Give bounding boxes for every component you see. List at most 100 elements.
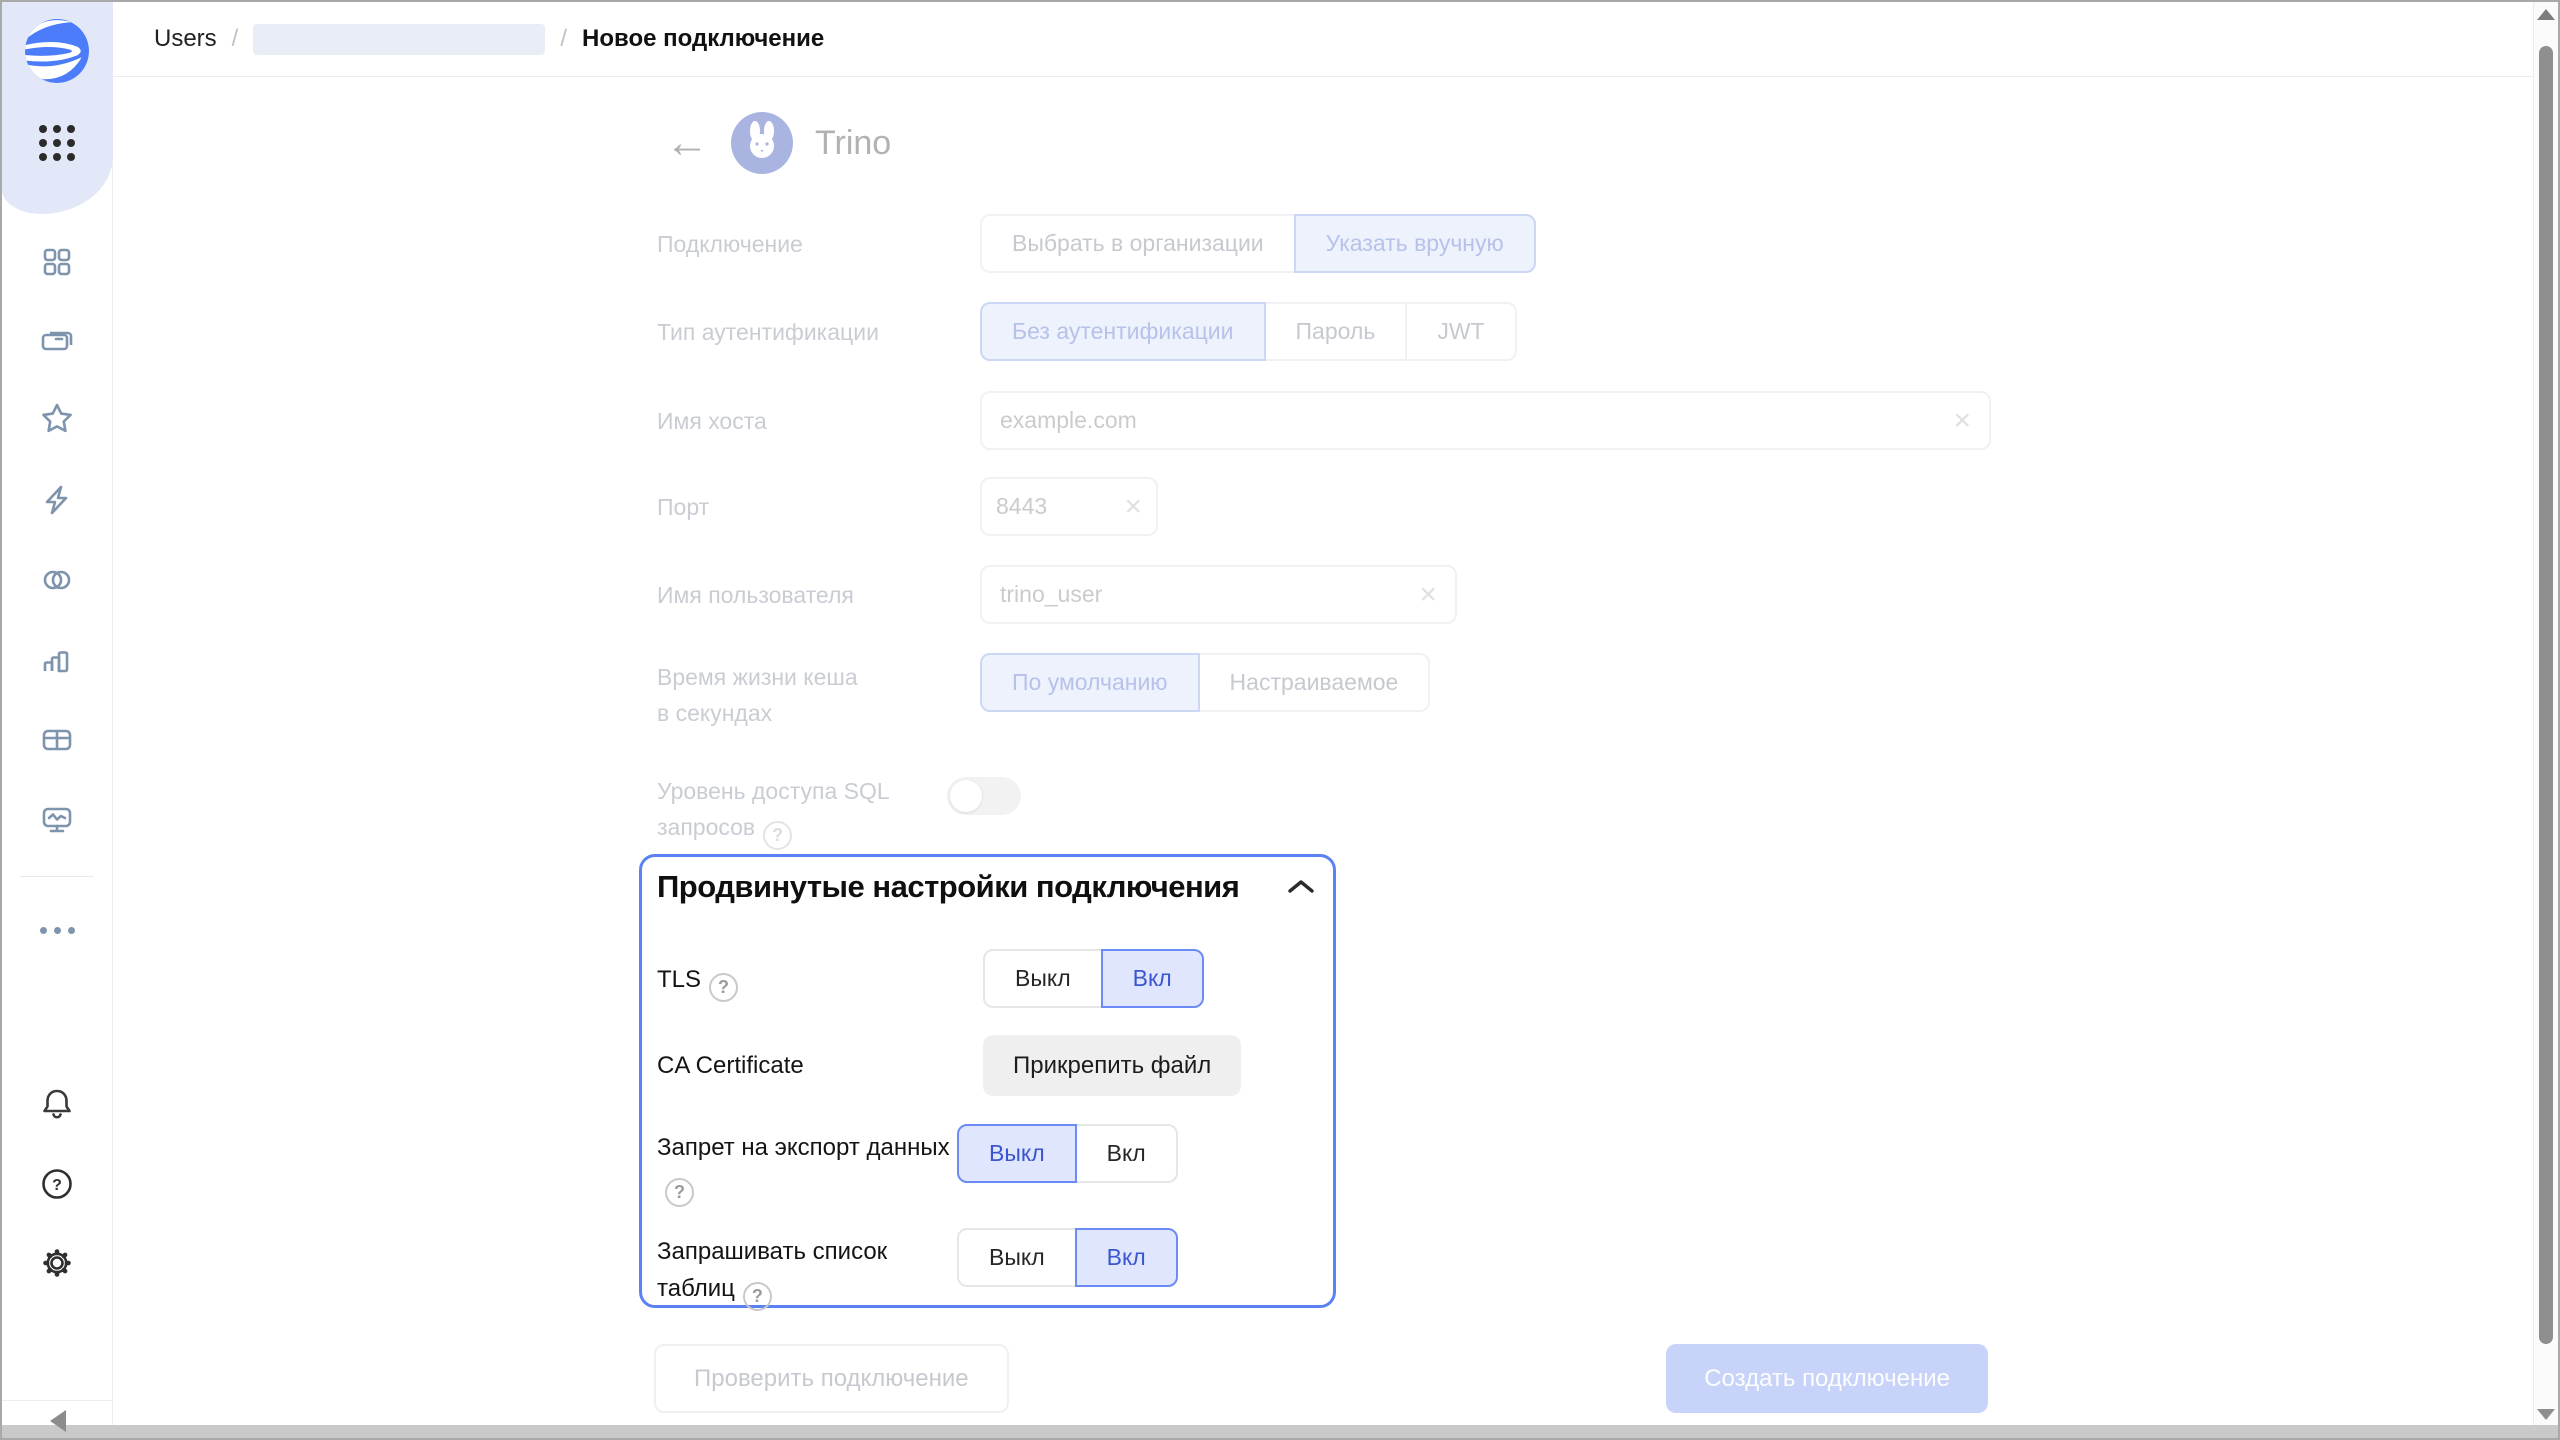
port-input[interactable]: 8443 ×	[980, 477, 1158, 536]
gear-icon	[38, 1244, 76, 1282]
field-label: Запрет на экспорт данных?	[657, 1124, 957, 1207]
sidebar-item-favorites[interactable]	[37, 399, 77, 439]
advanced-settings-title: Продвинутые настройки подключения	[657, 869, 1239, 905]
panel-row-table-list: Запрашивать список таблиц? Выкл Вкл	[657, 1228, 1318, 1311]
breadcrumb-users[interactable]: Users	[154, 25, 217, 53]
main-content: ← Trino Подключение Выбрать в организаци…	[113, 78, 2533, 1425]
page-head: ← Trino	[665, 110, 891, 176]
port-value: 8443	[996, 493, 1047, 520]
field-label: Уровень доступа SQL запросов?	[657, 767, 947, 850]
field-label: Имя пользователя	[657, 565, 980, 624]
option-no-auth[interactable]: Без аутентификации	[980, 302, 1266, 361]
vertical-scrollbar-thumb[interactable]	[2539, 46, 2553, 1344]
sidebar: ?	[2, 2, 113, 1425]
chevron-up-icon	[1286, 877, 1316, 897]
field-label: TLS?	[657, 949, 983, 1008]
attach-file-button[interactable]: Прикрепить файл	[983, 1035, 1241, 1096]
field-label: CA Certificate	[657, 1035, 983, 1096]
collapse-arrow-icon	[50, 1410, 66, 1432]
advanced-settings-header[interactable]: Продвинутые настройки подключения	[657, 869, 1316, 905]
panel-row-export-ban: Запрет на экспорт данных? Выкл Вкл	[657, 1124, 1318, 1207]
sidebar-item-editor[interactable]	[37, 480, 77, 520]
host-input[interactable]: example.com ×	[980, 391, 1991, 450]
option-password[interactable]: Пароль	[1264, 302, 1408, 361]
export-ban-segmented-control: Выкл Вкл	[957, 1124, 1178, 1183]
notifications-button[interactable]	[37, 1084, 77, 1124]
clear-icon[interactable]: ×	[1419, 580, 1437, 610]
sidebar-item-datasets[interactable]	[37, 560, 77, 600]
header: Users / / Новое подключение	[113, 2, 2533, 77]
tls-segmented-control: Выкл Вкл	[983, 949, 1204, 1008]
horizontal-scrollbar[interactable]	[2, 1425, 2558, 1438]
username-input[interactable]: trino_user ×	[980, 565, 1457, 624]
option-off[interactable]: Выкл	[983, 949, 1103, 1008]
settings-button[interactable]	[37, 1243, 77, 1283]
breadcrumb-current: Новое подключение	[582, 25, 824, 53]
sidebar-divider	[20, 876, 94, 877]
username-value: trino_user	[1000, 581, 1102, 608]
breadcrumb: Users / / Новое подключение	[154, 24, 824, 55]
option-on[interactable]: Вкл	[1075, 1228, 1178, 1287]
help-icon[interactable]: ?	[709, 973, 738, 1002]
sidebar-item-monitoring[interactable]	[37, 800, 77, 840]
host-value: example.com	[1000, 407, 1137, 434]
option-choose-in-org[interactable]: Выбрать в организации	[980, 214, 1296, 273]
auth-type-segmented-control: Без аутентификации Пароль JWT	[980, 302, 1517, 361]
trino-logo-icon	[731, 112, 793, 174]
panel-row-tls: TLS? Выкл Вкл	[657, 949, 1318, 1008]
sidebar-item-collections[interactable]	[37, 320, 77, 360]
option-on[interactable]: Вкл	[1075, 1124, 1178, 1183]
apps-grid-icon[interactable]	[37, 124, 77, 162]
option-on[interactable]: Вкл	[1101, 949, 1204, 1008]
question-icon: ?	[38, 1165, 76, 1203]
scroll-up-arrow[interactable]	[2537, 9, 2555, 20]
breadcrumb-separator: /	[232, 25, 239, 53]
sidebar-item-tables[interactable]	[37, 720, 77, 760]
help-button[interactable]: ?	[37, 1164, 77, 1204]
sidebar-item-charts[interactable]	[37, 640, 77, 680]
field-label: Запрашивать список таблиц?	[657, 1228, 957, 1311]
option-manual[interactable]: Указать вручную	[1294, 214, 1536, 273]
vertical-scrollbar[interactable]	[2533, 2, 2558, 1425]
back-arrow-icon[interactable]: ←	[665, 121, 709, 165]
check-connection-button[interactable]: Проверить подключение	[654, 1344, 1009, 1413]
field-label: Имя хоста	[657, 391, 980, 450]
breadcrumb-separator: /	[560, 25, 567, 53]
option-jwt[interactable]: JWT	[1405, 302, 1516, 361]
cache-ttl-segmented-control: По умолчанию Настраиваемое	[980, 653, 1430, 712]
sidebar-collapse-button[interactable]	[2, 1401, 113, 1440]
toggle-knob	[950, 780, 982, 812]
help-icon[interactable]: ?	[743, 1282, 772, 1311]
help-icon[interactable]: ?	[665, 1178, 694, 1207]
table-list-segmented-control: Выкл Вкл	[957, 1228, 1178, 1287]
option-off[interactable]: Выкл	[957, 1228, 1077, 1287]
panel-row-ca-certificate: CA Certificate Прикрепить файл	[657, 1035, 1318, 1096]
form-row-connection: Подключение Выбрать в организации Указат…	[657, 214, 1536, 273]
field-label: Тип аутентификации	[657, 302, 980, 361]
clear-icon[interactable]: ×	[1953, 406, 1971, 436]
help-icon[interactable]: ?	[763, 821, 792, 850]
form-row-sql-access: Уровень доступа SQL запросов?	[657, 767, 1021, 850]
form-row-auth-type: Тип аутентификации Без аутентификации Па…	[657, 302, 1517, 361]
field-label: Время жизни кеша в секундах	[657, 653, 980, 731]
breadcrumb-masked-item[interactable]	[253, 24, 545, 55]
form-row-cache-ttl: Время жизни кеша в секундах По умолчанию…	[657, 653, 1430, 731]
sql-access-toggle[interactable]	[947, 777, 1021, 815]
bell-icon	[38, 1085, 76, 1123]
advanced-settings-panel: Продвинутые настройки подключения TLS? В…	[639, 854, 1336, 1308]
scroll-down-arrow[interactable]	[2537, 1409, 2555, 1420]
more-dots-icon	[40, 927, 75, 934]
connection-segmented-control: Выбрать в организации Указать вручную	[980, 214, 1536, 273]
sidebar-item-navigation[interactable]	[37, 242, 77, 282]
form-row-username: Имя пользователя trino_user ×	[657, 565, 1457, 624]
field-label: Подключение	[657, 214, 980, 273]
option-off[interactable]: Выкл	[957, 1124, 1077, 1183]
form-row-port: Порт 8443 ×	[657, 477, 1158, 536]
create-connection-button[interactable]: Создать подключение	[1666, 1344, 1988, 1413]
datalens-logo-icon[interactable]	[24, 18, 90, 84]
option-default[interactable]: По умолчанию	[980, 653, 1200, 712]
sidebar-more-button[interactable]	[37, 910, 77, 950]
option-custom[interactable]: Настраиваемое	[1198, 653, 1431, 712]
clear-icon[interactable]: ×	[1124, 492, 1142, 522]
form-row-host: Имя хоста example.com ×	[657, 391, 1991, 450]
